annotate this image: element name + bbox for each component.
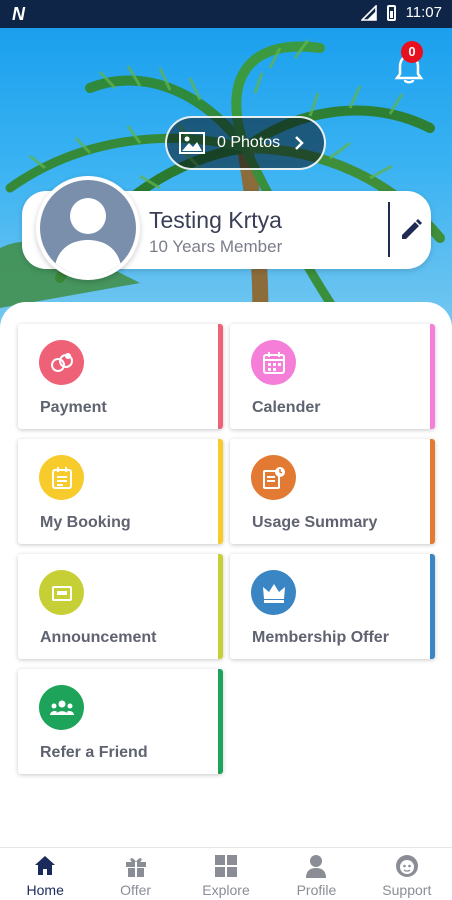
nav-label: Profile	[296, 882, 337, 898]
nav-profile[interactable]: Profile	[271, 848, 361, 900]
crown-icon	[251, 570, 296, 615]
photos-label: 0 Photos	[217, 134, 281, 151]
announcement-icon	[39, 570, 84, 615]
membership-duration: 10 Years Member	[149, 237, 283, 256]
dashboard-content: Payment Calender My Booking Usage Summar…	[0, 302, 452, 847]
nav-label: Offer	[120, 882, 152, 898]
tile-accent	[218, 669, 223, 774]
calendar-icon	[251, 340, 296, 385]
nav-support[interactable]: Support	[362, 848, 452, 900]
tile-label: Announcement	[40, 629, 157, 646]
status-bar: N 11:07	[0, 0, 452, 28]
tile-refer-a-friend[interactable]: Refer a Friend	[18, 669, 223, 774]
palm-tree-background	[0, 39, 445, 328]
tile-membership-offer[interactable]: Membership Offer	[230, 554, 435, 659]
default-avatar-icon	[54, 198, 122, 276]
person-icon	[306, 855, 327, 878]
tile-accent	[430, 439, 435, 544]
usage-summary-icon	[251, 455, 296, 500]
tile-accent	[218, 324, 223, 429]
nav-explore[interactable]: Explore	[181, 848, 271, 900]
notification-badge: 0	[401, 41, 423, 63]
tile-calender[interactable]: Calender	[230, 324, 435, 429]
tile-accent	[430, 324, 435, 429]
home-icon	[35, 856, 56, 875]
tile-accent	[218, 554, 223, 659]
status-time: 11:07	[405, 4, 442, 21]
nav-label: Home	[26, 882, 64, 898]
tile-payment[interactable]: Payment	[18, 324, 223, 429]
tile-label: Calender	[252, 399, 321, 416]
nav-offer[interactable]: Offer	[90, 848, 180, 900]
photos-button[interactable]: 0 Photos	[165, 116, 326, 170]
tile-my-booking[interactable]: My Booking	[18, 439, 223, 544]
pencil-icon	[402, 219, 422, 239]
tile-label: Refer a Friend	[40, 744, 148, 761]
profile-divider	[388, 202, 390, 257]
battery-icon	[386, 4, 396, 21]
tile-accent	[430, 554, 435, 659]
booking-icon	[39, 455, 84, 500]
signal-icon	[360, 4, 377, 21]
support-icon	[395, 855, 418, 877]
image-icon	[179, 132, 205, 154]
tile-label: Membership Offer	[252, 629, 389, 646]
chevron-right-icon	[295, 136, 304, 150]
profile-name: Testing Krtya	[149, 207, 282, 233]
payment-icon	[39, 340, 84, 385]
avatar[interactable]	[36, 176, 140, 280]
edit-profile-button[interactable]	[398, 217, 424, 243]
carrier-logo: N	[12, 4, 25, 24]
group-icon	[39, 685, 84, 730]
hero-banner	[0, 28, 452, 328]
nav-label: Support	[382, 882, 432, 898]
tile-label: My Booking	[40, 514, 131, 531]
tile-label: Payment	[40, 399, 107, 416]
tile-label: Usage Summary	[252, 514, 378, 531]
bottom-navigation: Home Offer Explore Profile Support	[0, 847, 452, 900]
nav-home[interactable]: Home	[0, 848, 90, 900]
tile-announcement[interactable]: Announcement	[18, 554, 223, 659]
tile-usage-summary[interactable]: Usage Summary	[230, 439, 435, 544]
gift-icon	[125, 858, 146, 877]
tile-accent	[218, 439, 223, 544]
nav-label: Explore	[202, 882, 250, 898]
grid-icon	[215, 855, 238, 877]
